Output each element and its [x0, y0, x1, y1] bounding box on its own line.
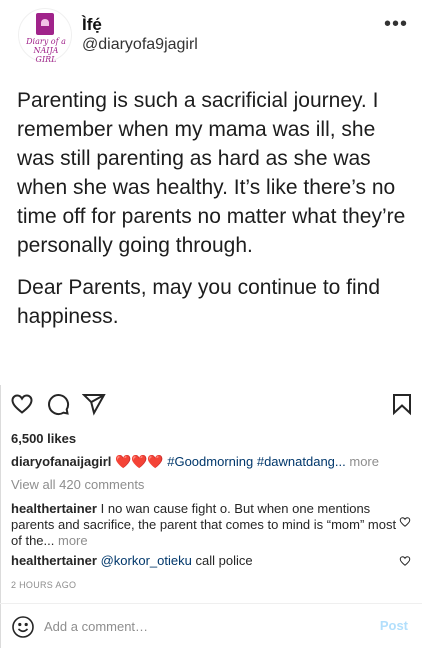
add-comment-input[interactable]	[44, 616, 364, 636]
quote-paragraph-2: Dear Parents, may you continue to find h…	[17, 276, 381, 328]
logo-text: Diary of a NAIJA GIRL	[26, 37, 66, 64]
comment-item: healthertainer I no wan cause fight o. B…	[11, 501, 411, 549]
quote-text: Parenting is such a sacrificial journey.…	[17, 86, 412, 331]
action-bar	[0, 392, 422, 422]
comment-more-link[interactable]: more	[58, 533, 88, 548]
card-handle: @diaryofa9jagirl	[82, 36, 198, 53]
comment-icon[interactable]	[46, 392, 72, 418]
card-names: Ìfẹ́ @diaryofa9jagirl	[82, 15, 198, 55]
post-image[interactable]: Diary of a NAIJA GIRL Ìfẹ́ @diaryofa9jag…	[0, 0, 422, 385]
heart-icon[interactable]	[10, 392, 36, 418]
add-comment-bar: Post	[0, 604, 422, 648]
comment-like-heart-icon[interactable]	[399, 555, 411, 567]
book-logo-icon	[36, 13, 54, 35]
card-header: Diary of a NAIJA GIRL Ìfẹ́ @diaryofa9jag…	[18, 8, 198, 64]
caption-username[interactable]: diaryofanaijagirl	[11, 454, 111, 469]
view-all-comments-link[interactable]: View all 420 comments	[11, 477, 144, 492]
comment-item: healthertainer @korkor_otieku call polic…	[11, 553, 411, 569]
post-timestamp[interactable]: 2 HOURS AGO	[11, 580, 76, 590]
comment-like-heart-icon[interactable]	[399, 516, 411, 528]
share-icon[interactable]	[81, 392, 108, 418]
card-display-name: Ìfẹ́	[82, 15, 102, 34]
post-comment-button[interactable]: Post	[380, 618, 408, 633]
comment-mention[interactable]: @korkor_otieku	[101, 553, 192, 568]
likes-count[interactable]: 6,500 likes	[11, 431, 76, 446]
caption-hashtags[interactable]: #Goodmorning #dawnatdang...	[167, 454, 346, 469]
quote-paragraph-1: Parenting is such a sacrificial journey.…	[17, 89, 406, 257]
caption-more-link[interactable]: more	[349, 454, 379, 469]
brand-logo: Diary of a NAIJA GIRL	[18, 8, 72, 64]
comment-username[interactable]: healthertainer	[11, 501, 97, 516]
more-horizontal-icon: •••	[383, 13, 408, 35]
bookmark-icon[interactable]	[390, 392, 416, 418]
emoji-icon[interactable]	[11, 615, 35, 639]
comment-text: call police	[195, 553, 253, 568]
caption-hearts: ❤️❤️❤️	[115, 454, 164, 469]
comment-username[interactable]: healthertainer	[11, 553, 97, 568]
caption: diaryofanaijagirl ❤️❤️❤️ #Goodmorning #d…	[11, 454, 411, 470]
